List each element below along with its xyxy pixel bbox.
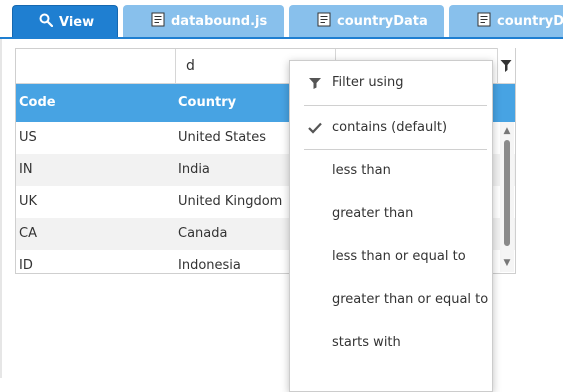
cell-country: Canada bbox=[178, 226, 228, 241]
filter-input-code[interactable] bbox=[16, 49, 175, 83]
scroll-up-icon[interactable]: ▲ bbox=[500, 124, 514, 138]
cell-code: CA bbox=[19, 226, 37, 241]
cell-country: United Kingdom bbox=[178, 194, 283, 209]
column-header-code[interactable]: Code bbox=[19, 84, 56, 122]
tab-label: countryData bbox=[337, 14, 428, 29]
cell-code: US bbox=[19, 130, 37, 145]
menu-item-label: greater than bbox=[332, 206, 414, 221]
cell-code: IN bbox=[19, 162, 33, 177]
scrollbar-thumb[interactable] bbox=[504, 140, 510, 246]
file-code-icon bbox=[477, 12, 491, 31]
tab-label: databound.js bbox=[171, 14, 268, 29]
file-code-icon bbox=[317, 12, 331, 31]
checkmark-icon bbox=[306, 109, 324, 147]
search-icon bbox=[39, 13, 54, 31]
menu-item-less-than[interactable]: less than bbox=[290, 152, 492, 190]
column-header-country[interactable]: Country bbox=[178, 84, 236, 122]
filter-menu-button[interactable] bbox=[497, 48, 515, 82]
tab-label: View bbox=[59, 14, 95, 30]
file-code-icon bbox=[151, 12, 165, 31]
tab-bar: View databound.js countryData countryDS bbox=[0, 0, 563, 39]
menu-header-filter-using: Filter using bbox=[290, 64, 492, 102]
funnel-icon bbox=[306, 64, 324, 102]
menu-divider bbox=[304, 149, 487, 150]
vertical-scrollbar[interactable]: ▲ ▼ bbox=[500, 122, 514, 272]
menu-item-label: greater than or equal to bbox=[332, 292, 489, 307]
menu-item-greater-than[interactable]: greater than bbox=[290, 195, 492, 233]
tab-label: countryDS bbox=[497, 14, 563, 29]
menu-divider bbox=[304, 105, 487, 106]
tab-view[interactable]: View bbox=[12, 5, 118, 38]
menu-item-label: contains (default) bbox=[332, 120, 448, 135]
tab-countryds[interactable]: countryDS bbox=[449, 5, 563, 38]
tab-underline bbox=[0, 37, 563, 39]
menu-item-greater-than-or-equal[interactable]: greater than or equal to bbox=[290, 281, 492, 319]
menu-item-label: less than bbox=[332, 163, 391, 178]
filter-dropdown-menu: Filter using contains (default) less tha… bbox=[289, 60, 493, 392]
menu-item-contains[interactable]: contains (default) bbox=[290, 109, 492, 147]
menu-title: Filter using bbox=[332, 75, 404, 90]
panel-edge bbox=[0, 39, 2, 378]
cell-code: UK bbox=[19, 194, 38, 209]
cell-country: United States bbox=[178, 130, 267, 145]
menu-item-starts-with[interactable]: starts with bbox=[290, 324, 492, 362]
scroll-down-icon[interactable]: ▼ bbox=[500, 256, 514, 270]
tab-countrydata[interactable]: countryData bbox=[289, 5, 444, 38]
tab-databound-js[interactable]: databound.js bbox=[123, 5, 284, 38]
menu-item-label: less than or equal to bbox=[332, 249, 466, 264]
funnel-icon bbox=[500, 60, 512, 72]
menu-item-less-than-or-equal[interactable]: less than or equal to bbox=[290, 238, 492, 276]
cell-country: India bbox=[178, 162, 210, 177]
cell-country: Indonesia bbox=[178, 258, 241, 273]
menu-item-label: starts with bbox=[332, 335, 401, 350]
cell-code: ID bbox=[19, 258, 33, 273]
filter-cell-code bbox=[16, 49, 176, 83]
